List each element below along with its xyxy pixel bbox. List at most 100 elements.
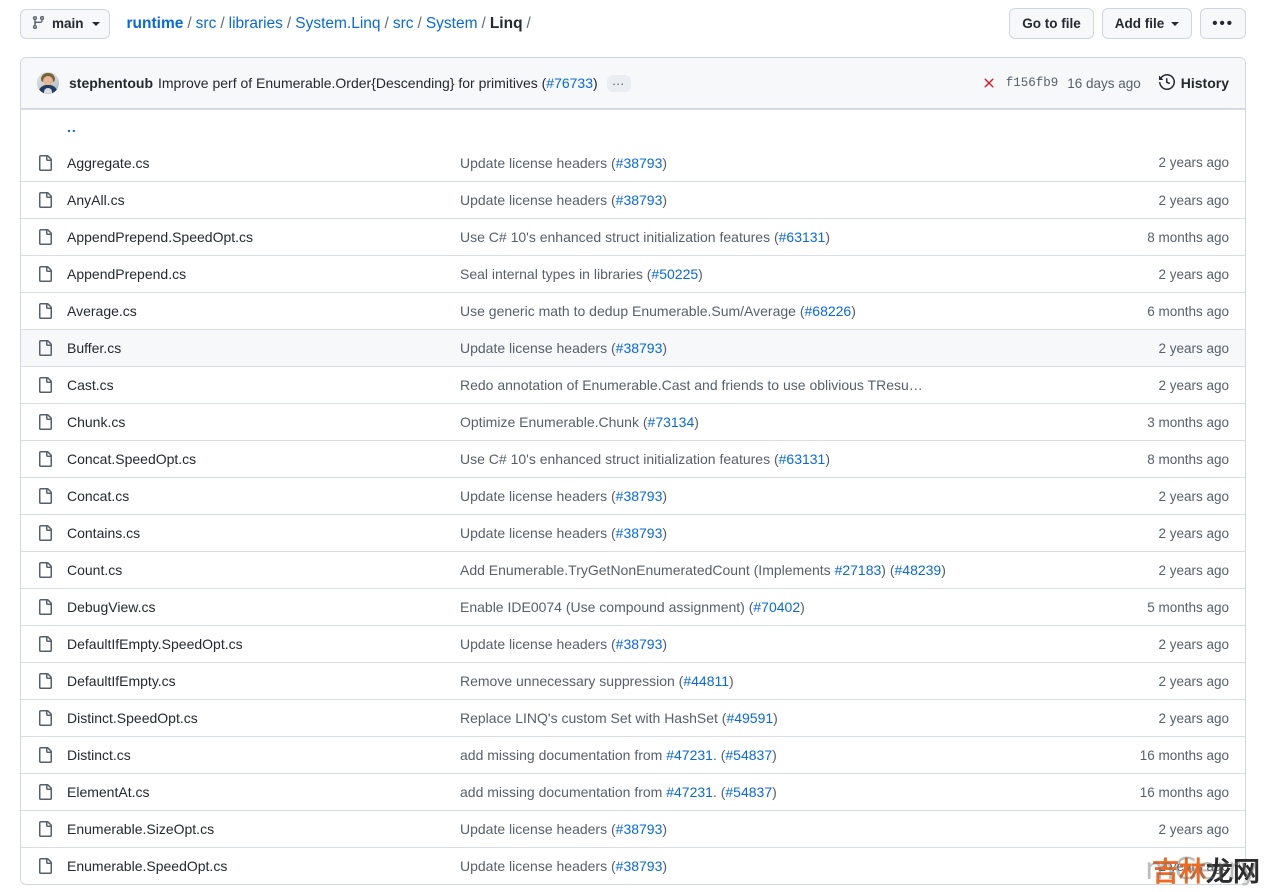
- parent-directory-link[interactable]: ..: [67, 119, 77, 135]
- commit-message-text[interactable]: Update license headers (: [460, 821, 616, 837]
- table-row[interactable]: Buffer.cs Update license headers (#38793)…: [21, 329, 1245, 366]
- table-row[interactable]: Contains.cs Update license headers (#3879…: [21, 514, 1245, 551]
- table-row[interactable]: Chunk.cs Optimize Enumerable.Chunk (#7313…: [21, 403, 1245, 440]
- commit-sha-link[interactable]: f156fb9: [1006, 76, 1059, 90]
- issue-link[interactable]: #38793: [616, 340, 663, 356]
- breadcrumb-item-runtime[interactable]: runtime: [127, 15, 184, 33]
- commit-message-text[interactable]: Use generic math to dedup Enumerable.Sum…: [460, 303, 805, 319]
- issue-link[interactable]: #38793: [616, 821, 663, 837]
- issue-link-secondary[interactable]: #54837: [725, 747, 772, 763]
- file-name-link[interactable]: DefaultIfEmpty.SpeedOpt.cs: [67, 636, 243, 652]
- issue-link[interactable]: #44811: [683, 673, 729, 689]
- breadcrumb-item-libraries[interactable]: libraries: [229, 15, 283, 33]
- breadcrumb-item-system-linq[interactable]: System.Linq: [295, 15, 380, 33]
- file-name-link[interactable]: Distinct.cs: [67, 747, 131, 763]
- file-name-link[interactable]: Distinct.SpeedOpt.cs: [67, 710, 198, 726]
- file-name-link[interactable]: AnyAll.cs: [67, 192, 125, 208]
- issue-link[interactable]: #38793: [616, 192, 663, 208]
- commit-message-text[interactable]: Use C# 10's enhanced struct initializati…: [460, 229, 779, 245]
- file-name-link[interactable]: Concat.SpeedOpt.cs: [67, 451, 196, 467]
- file-name-link[interactable]: Concat.cs: [67, 488, 129, 504]
- history-link[interactable]: History: [1158, 73, 1229, 93]
- issue-link[interactable]: #50225: [651, 266, 698, 282]
- table-row[interactable]: Distinct.cs add missing documentation fro…: [21, 736, 1245, 773]
- table-row[interactable]: Cast.cs Redo annotation of Enumerable.Cas…: [21, 366, 1245, 403]
- commit-message-issue-link[interactable]: #76733: [546, 75, 593, 91]
- issue-link[interactable]: #38793: [616, 488, 663, 504]
- table-row[interactable]: Aggregate.cs Update license headers (#387…: [21, 144, 1245, 181]
- issue-link[interactable]: #38793: [616, 636, 663, 652]
- commit-message-text[interactable]: Seal internal types in libraries (: [460, 266, 651, 282]
- commit-message-text[interactable]: Update license headers (: [460, 858, 616, 874]
- commit-message[interactable]: Improve perf of Enumerable.Order{Descend…: [158, 75, 598, 91]
- commit-message-text[interactable]: Optimize Enumerable.Chunk (: [460, 414, 648, 430]
- commit-message-text[interactable]: Update license headers (: [460, 488, 616, 504]
- file-name-link[interactable]: Buffer.cs: [67, 340, 121, 356]
- commit-message-text[interactable]: Update license headers (: [460, 192, 616, 208]
- table-row[interactable]: DebugView.cs Enable IDE0074 (Use compound…: [21, 588, 1245, 625]
- issue-link-secondary[interactable]: #54837: [725, 784, 772, 800]
- commit-message-text[interactable]: Update license headers (: [460, 636, 616, 652]
- table-row[interactable]: Enumerable.SizeOpt.cs Update license head…: [21, 810, 1245, 847]
- file-name-link[interactable]: ElementAt.cs: [67, 784, 149, 800]
- issue-link[interactable]: #63131: [779, 229, 826, 245]
- file-name-link[interactable]: AppendPrepend.cs: [67, 266, 186, 282]
- issue-link-secondary[interactable]: #48239: [895, 562, 942, 578]
- file-name-link[interactable]: DebugView.cs: [67, 599, 155, 615]
- table-row[interactable]: Enumerable.SpeedOpt.cs Update license hea…: [21, 847, 1245, 884]
- file-name-link[interactable]: Count.cs: [67, 562, 122, 578]
- commit-message-text[interactable]: add missing documentation from: [460, 747, 666, 763]
- table-row[interactable]: Distinct.SpeedOpt.cs Replace LINQ's custo…: [21, 699, 1245, 736]
- file-name-link[interactable]: Aggregate.cs: [67, 155, 150, 171]
- file-name-link[interactable]: Contains.cs: [67, 525, 140, 541]
- add-file-button[interactable]: Add file: [1101, 8, 1193, 39]
- breadcrumb-item-system[interactable]: System: [426, 15, 478, 33]
- parent-directory-row[interactable]: ..: [21, 109, 1245, 144]
- table-row[interactable]: Concat.SpeedOpt.cs Use C# 10's enhanced s…: [21, 440, 1245, 477]
- commit-message-text[interactable]: Add Enumerable.TryGetNonEnumeratedCount …: [460, 562, 835, 578]
- table-row[interactable]: AppendPrepend.SpeedOpt.cs Use C# 10's enh…: [21, 218, 1245, 255]
- commit-message-text[interactable]: Enable IDE0074 (Use compound assignment)…: [460, 599, 753, 615]
- go-to-file-button[interactable]: Go to file: [1009, 8, 1094, 39]
- commit-message-text[interactable]: Remove unnecessary suppression (: [460, 673, 683, 689]
- issue-link[interactable]: #49591: [726, 710, 773, 726]
- file-name-link[interactable]: Average.cs: [67, 303, 137, 319]
- commit-author-link[interactable]: stephentoub: [69, 75, 153, 91]
- issue-link[interactable]: #68226: [805, 303, 852, 319]
- issue-link[interactable]: #73134: [648, 414, 695, 430]
- table-row[interactable]: Average.cs Use generic math to dedup Enum…: [21, 292, 1245, 329]
- table-row[interactable]: Count.cs Add Enumerable.TryGetNonEnumerat…: [21, 551, 1245, 588]
- commit-message-text[interactable]: add missing documentation from: [460, 784, 666, 800]
- breadcrumb-item-src-2[interactable]: src: [393, 15, 414, 33]
- breadcrumb-item-src[interactable]: src: [196, 15, 217, 33]
- x-failure-icon[interactable]: [981, 75, 997, 91]
- file-name-link[interactable]: Enumerable.SizeOpt.cs: [67, 821, 214, 837]
- issue-link[interactable]: #47231: [666, 747, 713, 763]
- issue-link[interactable]: #38793: [616, 155, 663, 171]
- table-row[interactable]: Concat.cs Update license headers (#38793)…: [21, 477, 1245, 514]
- commit-message-text[interactable]: Update license headers (: [460, 525, 616, 541]
- issue-link[interactable]: #38793: [616, 858, 663, 874]
- table-row[interactable]: DefaultIfEmpty.cs Remove unnecessary supp…: [21, 662, 1245, 699]
- issue-link[interactable]: #27183: [835, 562, 882, 578]
- file-name-link[interactable]: Chunk.cs: [67, 414, 125, 430]
- issue-link[interactable]: #47231: [666, 784, 713, 800]
- file-name-link[interactable]: Cast.cs: [67, 377, 114, 393]
- commit-message-text[interactable]: Replace LINQ's custom Set with HashSet (: [460, 710, 726, 726]
- more-options-button[interactable]: •••: [1200, 8, 1246, 39]
- table-row[interactable]: ElementAt.cs add missing documentation fr…: [21, 773, 1245, 810]
- file-name-link[interactable]: AppendPrepend.SpeedOpt.cs: [67, 229, 253, 245]
- avatar[interactable]: [37, 72, 59, 94]
- table-row[interactable]: AppendPrepend.cs Seal internal types in l…: [21, 255, 1245, 292]
- file-name-link[interactable]: DefaultIfEmpty.cs: [67, 673, 176, 689]
- file-name-link[interactable]: Enumerable.SpeedOpt.cs: [67, 858, 227, 874]
- commit-message-text[interactable]: Update license headers (: [460, 340, 616, 356]
- branch-selector-button[interactable]: main: [20, 8, 110, 39]
- issue-link[interactable]: #70402: [753, 599, 800, 615]
- expand-commit-message-button[interactable]: …: [606, 74, 632, 92]
- issue-link[interactable]: #63131: [779, 451, 826, 467]
- table-row[interactable]: DefaultIfEmpty.SpeedOpt.cs Update license…: [21, 625, 1245, 662]
- commit-message-text[interactable]: Redo annotation of Enumerable.Cast and f…: [460, 377, 923, 393]
- commit-message-text[interactable]: Update license headers (: [460, 155, 616, 171]
- issue-link[interactable]: #38793: [616, 525, 663, 541]
